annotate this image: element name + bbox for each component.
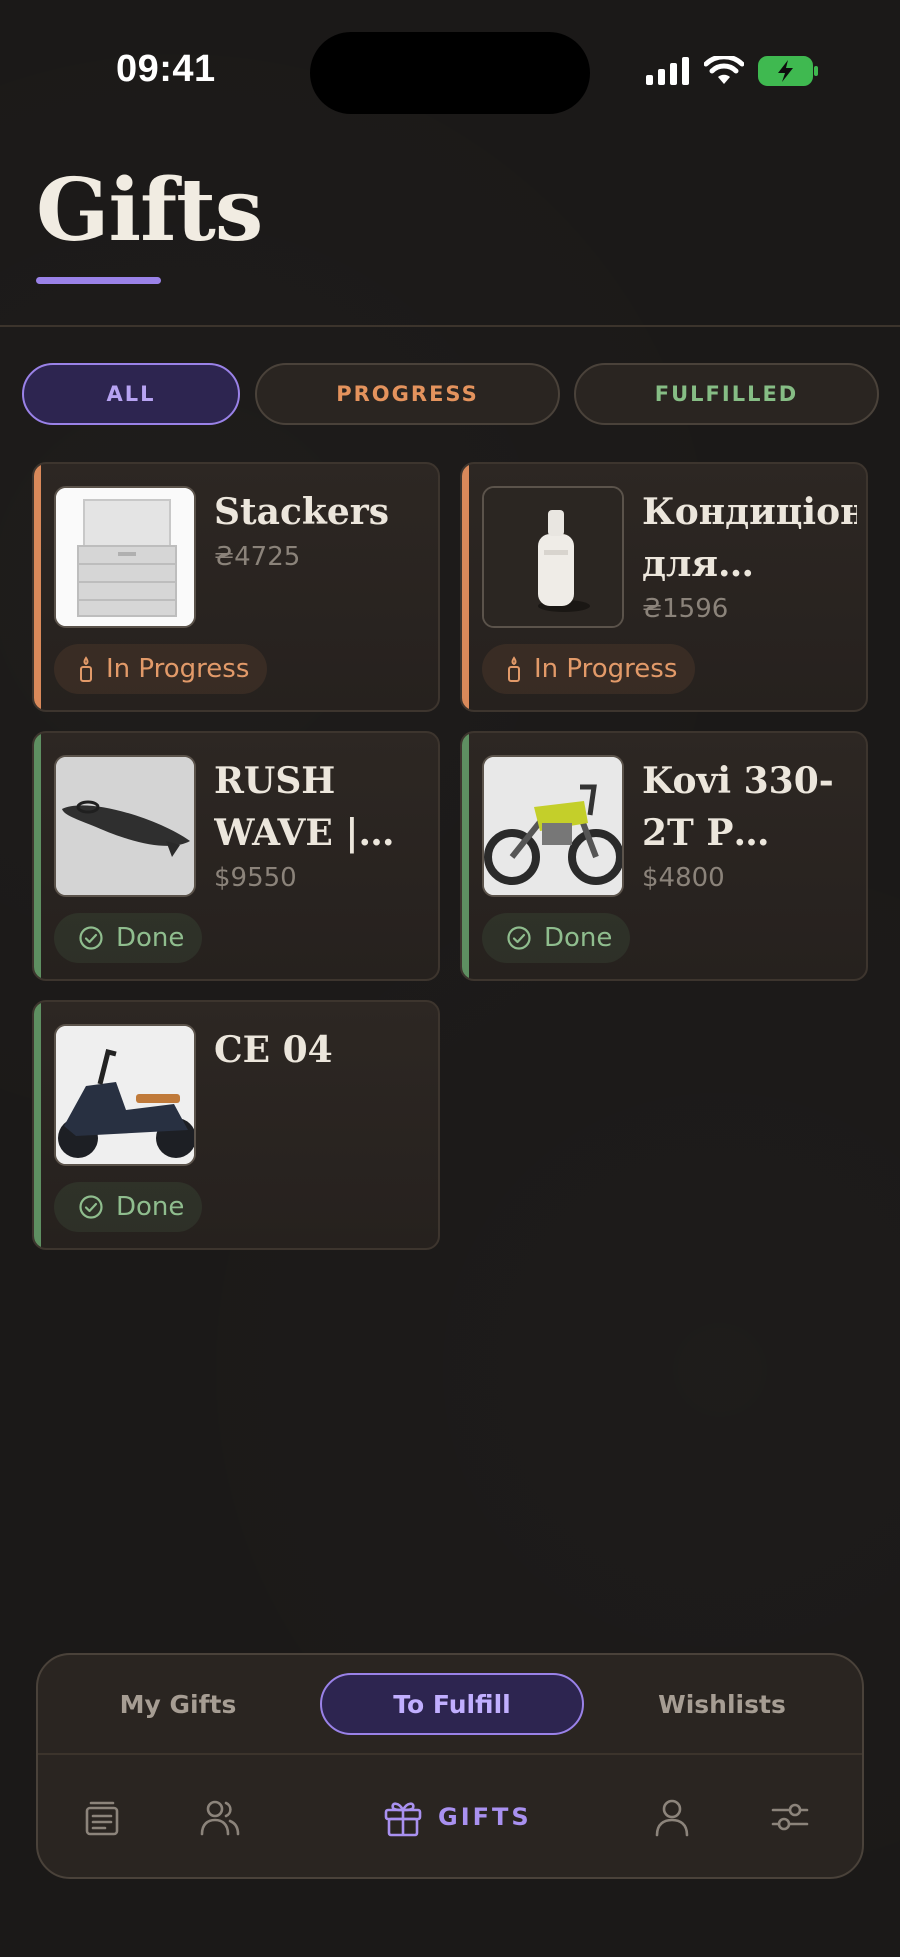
gift-title: Kovi 330-2T P…: [642, 760, 834, 854]
gift-title: CE 04: [214, 1029, 333, 1071]
status-label: Done: [116, 1192, 185, 1222]
nav-gifts-tab[interactable]: GIFTS: [382, 1793, 532, 1841]
gift-image-conditioner: [482, 486, 624, 628]
candle-icon: [508, 656, 520, 682]
profile-icon[interactable]: [648, 1793, 696, 1841]
status-label: In Progress: [106, 654, 250, 684]
gift-card-stackers[interactable]: Stackers ₴4725 In Progress: [32, 462, 440, 712]
page-title: Gifts: [36, 160, 263, 261]
filter-progress[interactable]: PROGRESS: [255, 363, 560, 425]
status-badge: Done: [54, 913, 203, 963]
cellular-signal-icon: [646, 57, 689, 85]
settings-sliders-icon[interactable]: [766, 1793, 814, 1841]
battery-charging-icon: [758, 56, 818, 86]
gift-image-rush-wave: [54, 755, 196, 897]
status-icons: [646, 56, 820, 86]
card-accent: [462, 733, 469, 979]
status-label: Done: [544, 923, 613, 953]
gift-card-ce04[interactable]: CE 04 Done: [32, 1000, 440, 1250]
gift-price: $4800: [642, 863, 725, 893]
title-underline: [36, 277, 161, 284]
card-accent: [34, 1002, 41, 1248]
nav-divider: [38, 1753, 862, 1755]
gift-card-kovi[interactable]: Kovi 330-2T P… $4800 Done: [460, 731, 868, 981]
card-accent: [462, 464, 469, 710]
segment-wishlists[interactable]: Wishlists: [632, 1673, 812, 1735]
status-badge: Done: [482, 913, 631, 963]
filter-fulfilled[interactable]: FULFILLED: [574, 363, 879, 425]
wifi-icon: [704, 56, 744, 84]
nav-gifts-label: GIFTS: [438, 1803, 532, 1831]
card-accent: [34, 464, 41, 710]
check-circle-icon: [507, 926, 531, 950]
friends-icon[interactable]: [196, 1793, 244, 1841]
status-badge: Done: [54, 1182, 203, 1232]
gift-image-stackers: [54, 486, 196, 628]
gift-icon: [384, 1802, 422, 1837]
header-divider: [0, 325, 900, 327]
gift-price: ₴1596: [642, 594, 729, 624]
check-circle-icon: [79, 1195, 103, 1219]
gift-image-kovi: [482, 755, 624, 897]
status-badge: In Progress: [482, 644, 696, 694]
candle-icon: [80, 656, 92, 682]
segment-to-fulfill[interactable]: To Fulfill: [320, 1673, 584, 1735]
gift-price: ₴4725: [214, 542, 301, 572]
feed-icon[interactable]: [78, 1793, 126, 1841]
gift-title: Stackers: [214, 491, 389, 533]
filter-all[interactable]: ALL: [22, 363, 240, 425]
status-label: Done: [116, 923, 185, 953]
status-badge: In Progress: [54, 644, 268, 694]
status-label: In Progress: [534, 654, 678, 684]
gift-card-rush-wave[interactable]: RUSH WAVE | E… $9550 Done: [32, 731, 440, 981]
gift-title: Кондиціонер для…: [642, 491, 857, 585]
check-circle-icon: [79, 926, 103, 950]
dynamic-island: [310, 32, 590, 114]
gifts-screen: 09:41 Gifts ALL PROGRESS FULFILLED Stack…: [0, 0, 900, 1957]
card-accent: [34, 733, 41, 979]
status-time: 09:41: [116, 48, 216, 90]
gift-title: RUSH WAVE | E…: [214, 760, 359, 854]
gift-card-conditioner[interactable]: Кондиціонер для… ₴1596 In Progress: [460, 462, 868, 712]
segment-my-gifts[interactable]: My Gifts: [88, 1673, 268, 1735]
bottom-navigation: My Gifts To Fulfill Wishlists GIFTS: [36, 1653, 864, 1879]
gift-price: $9550: [214, 863, 297, 893]
gift-image-ce04: [54, 1024, 196, 1166]
